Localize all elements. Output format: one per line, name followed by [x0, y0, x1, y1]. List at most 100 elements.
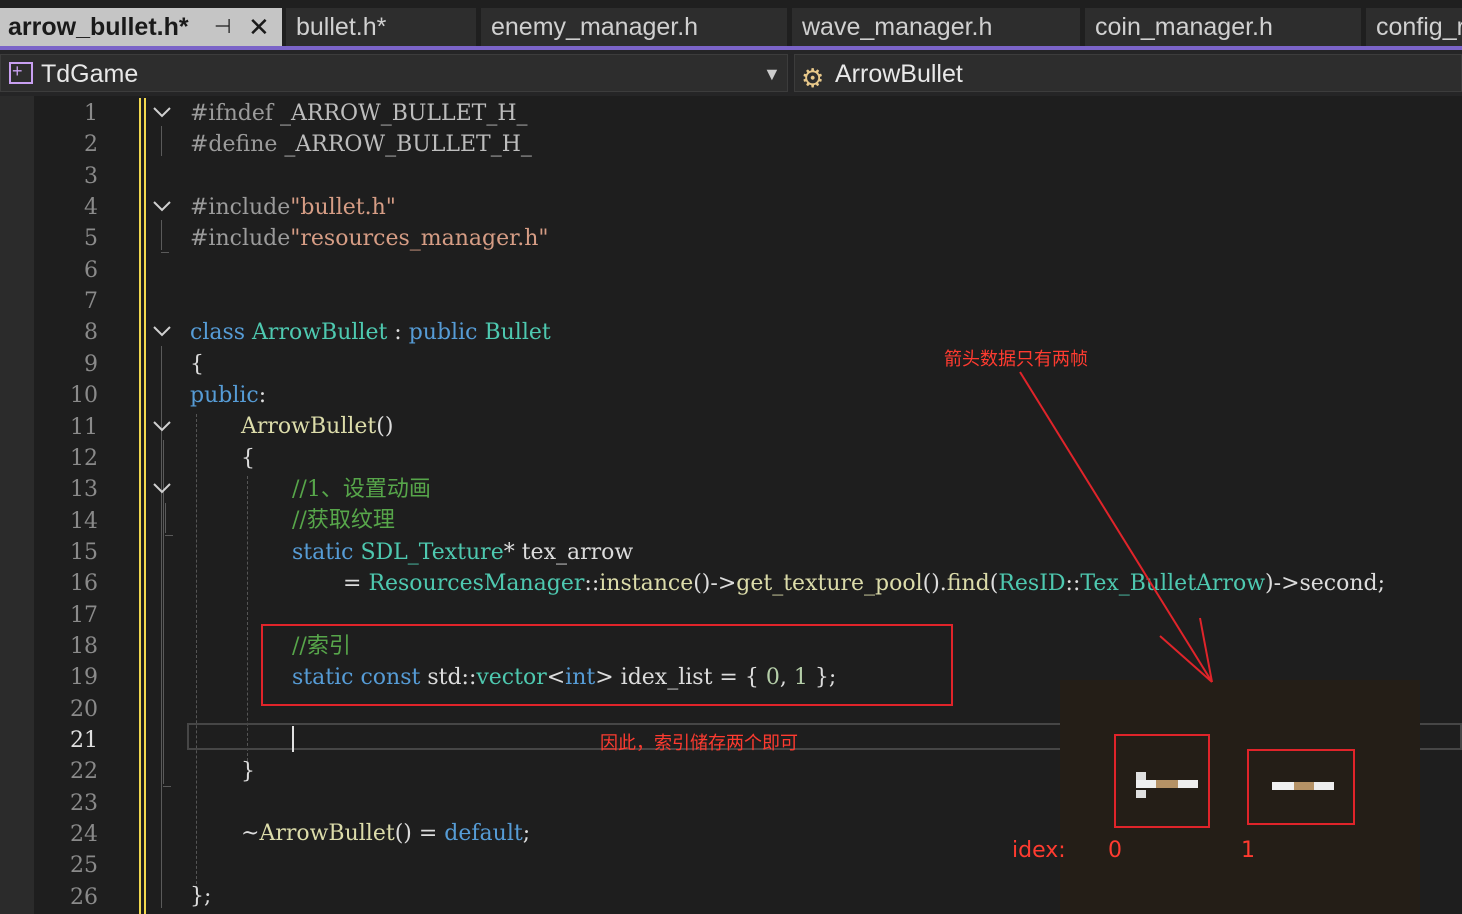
navigation-bar: TdGame ▼ ⚙ ArrowBullet	[0, 50, 1462, 96]
sprite-part	[1272, 782, 1294, 790]
line-number: 18	[70, 633, 98, 659]
code-line-4[interactable]: #include"bullet.h"	[190, 192, 396, 223]
code-line-8[interactable]: class ArrowBullet : public Bullet	[190, 317, 551, 348]
code-line-24[interactable]: ~ArrowBullet() = default;	[241, 818, 530, 849]
tab-config[interactable]: config_r	[1366, 8, 1462, 46]
sprite-part	[1136, 772, 1146, 780]
preprocessor-directive: #include	[190, 226, 291, 251]
line-number: 24	[70, 822, 98, 848]
chevron-down-icon[interactable]	[152, 102, 172, 122]
project-dropdown[interactable]: TdGame ▼	[0, 52, 788, 93]
code-line-1[interactable]: #ifndef _ARROW_BULLET_H_	[190, 98, 528, 129]
keyword: static	[292, 540, 361, 565]
punctuation: ()->	[693, 571, 737, 596]
tab-label: bullet.h*	[296, 13, 387, 41]
tab-label: config_r	[1376, 13, 1462, 41]
line-number: 7	[84, 289, 98, 315]
sprite-part	[1178, 780, 1198, 788]
brace: };	[190, 884, 212, 909]
project-icon	[9, 52, 33, 90]
code-line-10[interactable]: public:	[190, 380, 266, 411]
annotation-arrow-note: 箭头数据只有两帧	[944, 349, 1088, 370]
line-row: 6	[0, 255, 1462, 286]
sprite-part	[1294, 782, 1314, 790]
chevron-down-icon[interactable]	[152, 321, 172, 341]
chevron-down-icon[interactable]	[152, 416, 172, 436]
tab-coin-manager-h[interactable]: coin_manager.h	[1085, 8, 1361, 46]
tab-arrow-bullet-h[interactable]: arrow_bullet.h* ⊣ ✕	[0, 8, 282, 46]
line-number: 1	[84, 101, 98, 126]
chevron-down-icon[interactable]: ▼	[763, 55, 781, 93]
line-row: 3	[0, 161, 1462, 192]
function-name: get_texture_pool	[736, 571, 923, 596]
include-path: "bullet.h"	[290, 195, 396, 220]
function-name: find	[946, 571, 990, 596]
line-row: 11	[0, 412, 1462, 443]
operator: =	[343, 571, 369, 596]
line-row: 7	[0, 286, 1462, 317]
function-name: ArrowBullet	[259, 821, 395, 846]
macro-name: _ARROW_BULLET_H_	[280, 101, 528, 126]
enum-value: Tex_BulletArrow	[1080, 571, 1266, 596]
tab-label: arrow_bullet.h*	[8, 13, 189, 41]
punctuation: ()	[376, 414, 394, 439]
symbol-dropdown[interactable]: ⚙ ArrowBullet	[794, 54, 1462, 93]
type-name: ResourcesManager	[368, 571, 585, 596]
line-number: 26	[70, 884, 98, 910]
tab-enemy-manager-h[interactable]: enemy_manager.h	[481, 8, 787, 46]
member-name: second;	[1299, 571, 1386, 596]
line-number: 22	[70, 759, 98, 785]
code-line-15[interactable]: static SDL_Texture* tex_arrow	[292, 537, 633, 568]
code-line-26[interactable]: };	[190, 881, 211, 912]
code-line-14[interactable]: //获取纹理	[292, 505, 395, 536]
chevron-down-icon[interactable]	[152, 196, 172, 216]
close-icon[interactable]: ✕	[248, 8, 270, 46]
punctuation: ::	[1065, 571, 1081, 596]
tab-bullet-h[interactable]: bullet.h*	[286, 8, 476, 46]
line-number: 2	[84, 132, 98, 158]
punctuation: )->	[1265, 571, 1300, 596]
preprocessor-directive: #include	[190, 195, 291, 220]
symbol-name: ArrowBullet	[835, 60, 963, 88]
annotation-index-note: 因此，索引储存两个即可	[600, 733, 798, 754]
punctuation: ().	[922, 571, 947, 596]
frame-index-0: 0	[1108, 838, 1122, 863]
class-name: ArrowBullet	[252, 320, 388, 345]
tab-wave-manager-h[interactable]: wave_manager.h	[792, 8, 1080, 46]
code-line-11[interactable]: ArrowBullet()	[241, 411, 393, 442]
line-number: 16	[70, 571, 98, 597]
tab-label: coin_manager.h	[1095, 13, 1273, 41]
pin-icon[interactable]: ⊣	[214, 8, 231, 46]
sprite-part	[1136, 790, 1146, 798]
line-row: 9	[0, 349, 1462, 380]
code-line-5[interactable]: #include"resources_manager.h"	[190, 223, 549, 254]
punctuation: () =	[394, 821, 445, 846]
code-line-22[interactable]: }	[241, 756, 255, 787]
annotation-box-index-code	[261, 624, 953, 706]
chevron-down-icon[interactable]	[152, 478, 172, 498]
keyword: class	[190, 320, 253, 345]
class-name: Bullet	[484, 320, 551, 345]
punctuation: ;	[522, 821, 531, 846]
comment: //1、设置动画	[292, 477, 431, 502]
brace: }	[241, 759, 255, 784]
line-number: 11	[70, 414, 98, 440]
comment: //获取纹理	[292, 508, 395, 533]
function-name: instance	[599, 571, 694, 596]
code-line-12[interactable]: {	[241, 443, 255, 474]
tab-label: enemy_manager.h	[491, 13, 699, 41]
type-name: ResID	[998, 571, 1066, 596]
code-line-13[interactable]: //1、设置动画	[292, 474, 431, 505]
code-line-9[interactable]: {	[190, 349, 204, 380]
line-row: 15	[0, 537, 1462, 568]
line-number: 17	[70, 602, 98, 628]
line-number: 3	[84, 163, 98, 189]
tab-bar: arrow_bullet.h* ⊣ ✕ bullet.h* enemy_mana…	[0, 0, 1462, 50]
code-line-16[interactable]: = ResourcesManager::instance()->get_text…	[343, 568, 1385, 599]
code-line-2[interactable]: #define _ARROW_BULLET_H_	[190, 129, 532, 160]
keyword: public	[408, 320, 485, 345]
line-row: 12	[0, 443, 1462, 474]
tilde: ~	[241, 821, 260, 846]
line-number: 8	[84, 320, 98, 346]
type-name: SDL_Texture	[360, 540, 504, 565]
